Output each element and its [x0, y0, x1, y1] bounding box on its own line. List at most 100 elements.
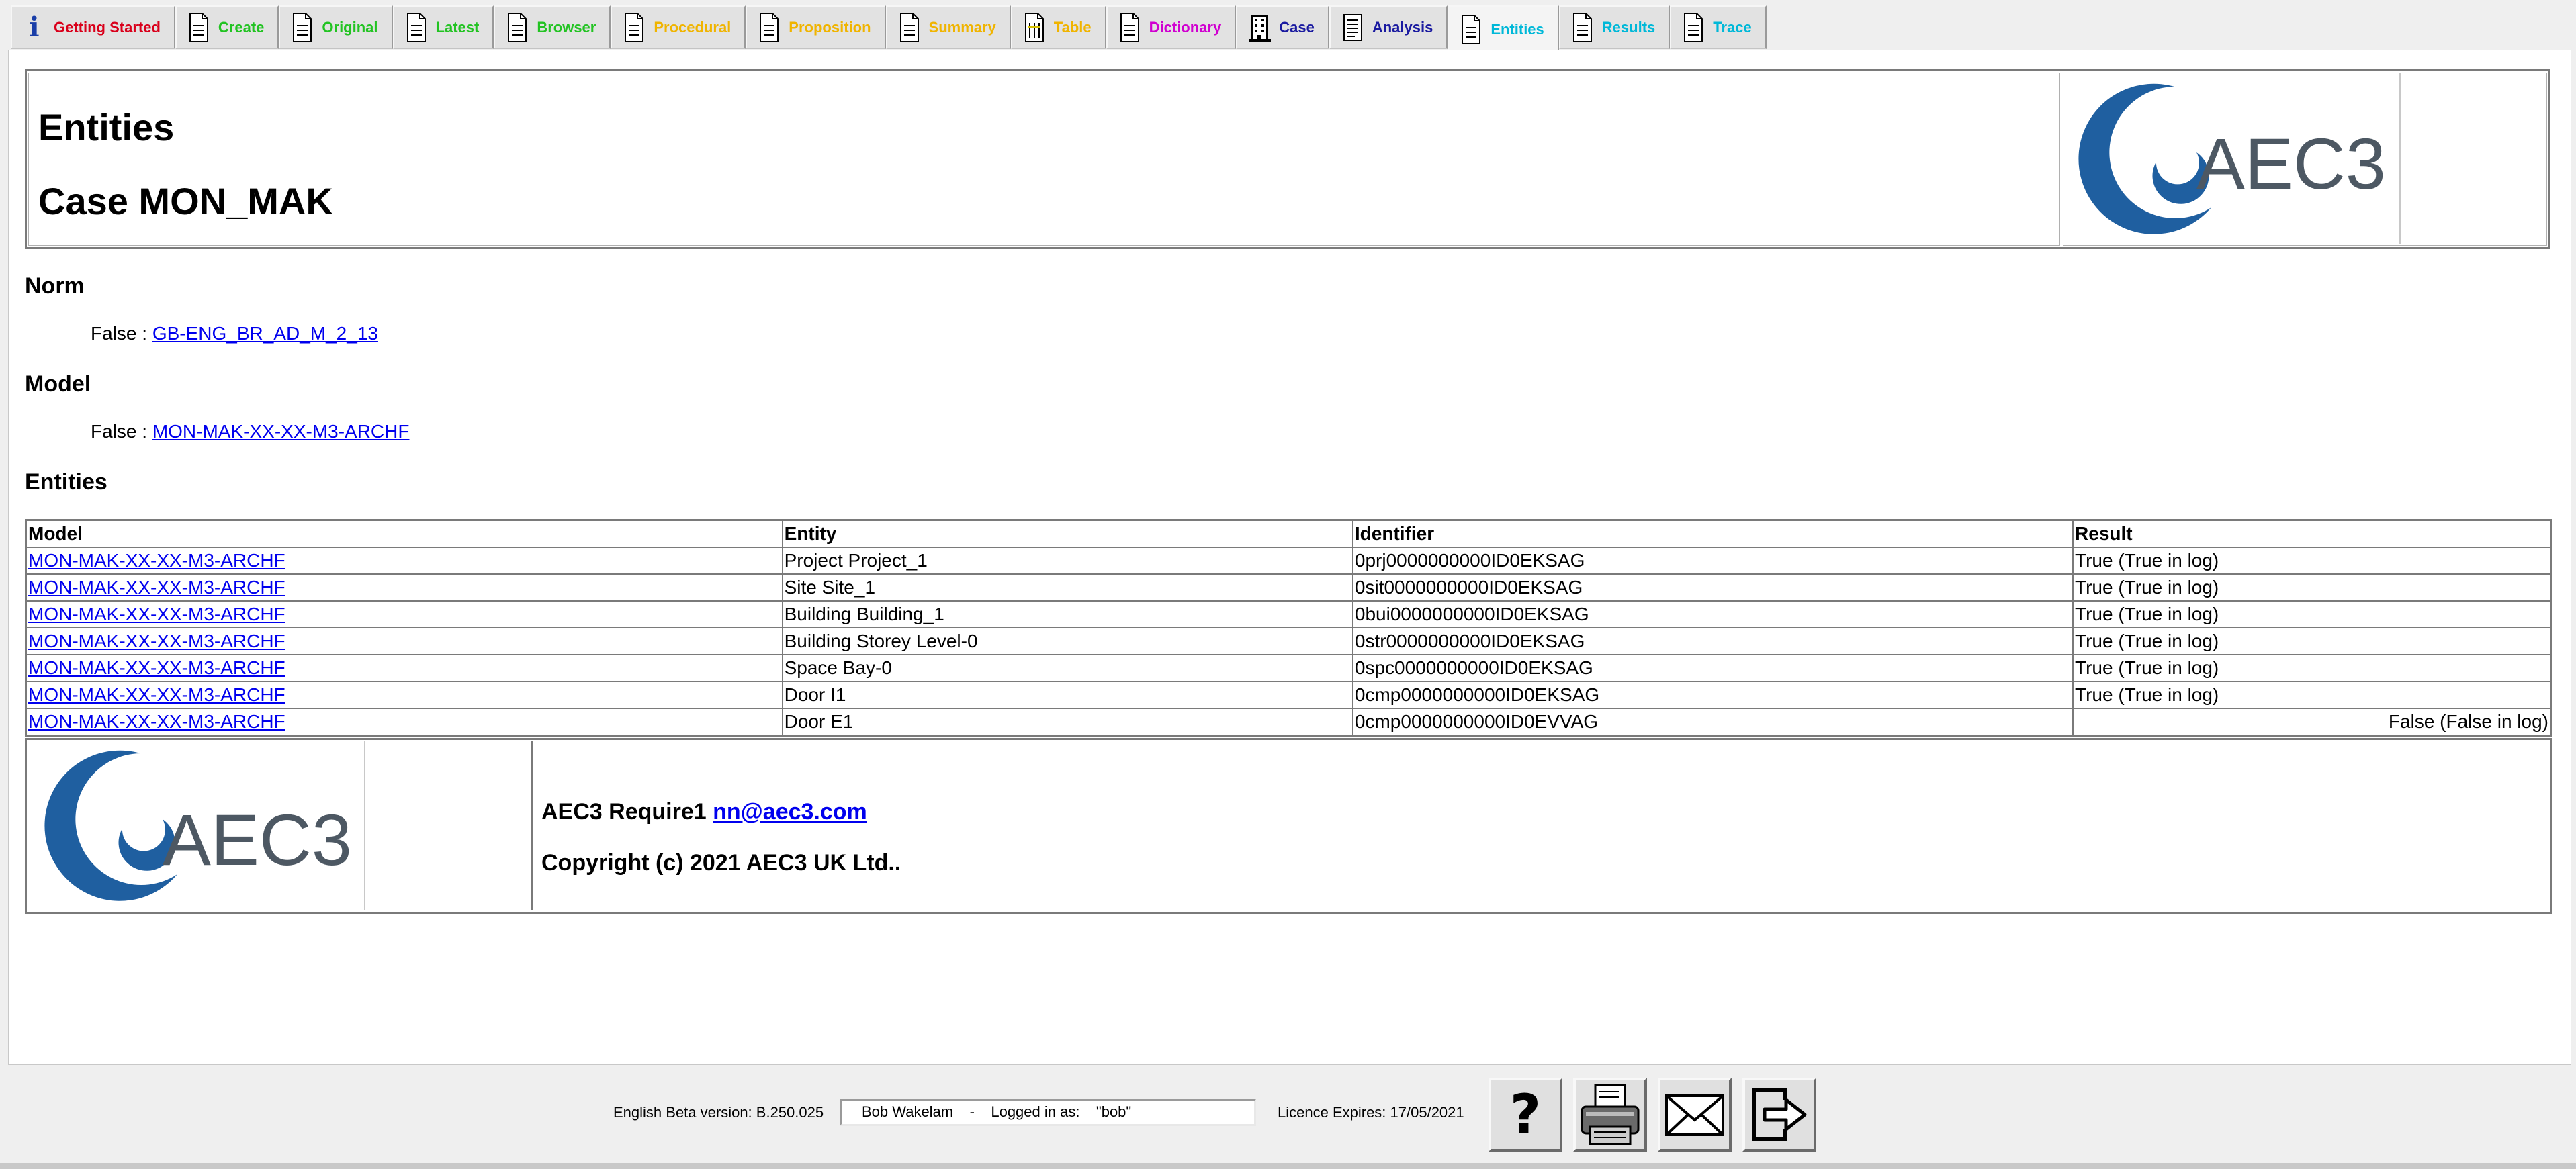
table-row: MON-MAK-XX-XX-M3-ARCHF Project Project_1…: [25, 547, 2552, 575]
table-row: MON-MAK-XX-XX-M3-ARCHF Door I1 0cmp00000…: [25, 681, 2552, 709]
print-button[interactable]: [1573, 1078, 1647, 1152]
tab-label: Latest: [435, 18, 480, 36]
login-field: Bob Wakelam - Logged in as: "bob": [840, 1099, 1256, 1126]
tab-analysis[interactable]: Analysis: [1329, 5, 1448, 49]
model-cell: MON-MAK-XX-XX-M3-ARCHF: [25, 600, 783, 628]
mail-icon: [1665, 1094, 1724, 1136]
identifier-cell: 0sit0000000000ID0EKSAG: [1351, 573, 2074, 602]
model-link[interactable]: MON-MAK-XX-XX-M3-ARCHF: [152, 421, 410, 442]
tab-case[interactable]: Case: [1236, 5, 1329, 49]
model-cell-link[interactable]: MON-MAK-XX-XX-M3-ARCHF: [28, 604, 285, 624]
help-button[interactable]: ?: [1489, 1078, 1562, 1152]
result-cell: True (True in log): [2072, 573, 2552, 602]
norm-value: False : GB-ENG_BR_AD_M_2_13: [91, 323, 378, 344]
tab-table[interactable]: Table: [1010, 5, 1106, 49]
tab-original[interactable]: Original: [279, 5, 393, 49]
page-title: Entities: [38, 106, 175, 148]
column-header-model: Model: [25, 519, 783, 548]
model-cell-link[interactable]: MON-MAK-XX-XX-M3-ARCHF: [28, 684, 285, 705]
tab-label: Proposition: [789, 18, 871, 36]
entity-cell: Space Bay-0: [781, 654, 1353, 682]
model-cell: MON-MAK-XX-XX-M3-ARCHF: [25, 708, 783, 737]
aec3-logo-icon: AEC3: [44, 750, 352, 901]
document-icon: [898, 12, 921, 43]
bottom-border: [0, 1163, 2576, 1169]
model-cell-link[interactable]: MON-MAK-XX-XX-M3-ARCHF: [28, 630, 285, 651]
model-cell-link[interactable]: MON-MAK-XX-XX-M3-ARCHF: [28, 550, 285, 571]
product-line: AEC3 Require1 nn@aec3.com: [541, 799, 867, 825]
version-label: English Beta version: B.250.025: [613, 1104, 824, 1121]
tab-label: Original: [322, 18, 378, 36]
document-icon: [187, 12, 210, 43]
entity-cell: Building Building_1: [781, 600, 1353, 628]
entity-cell: Project Project_1: [781, 547, 1353, 575]
copyright-text: Copyright (c) 2021 AEC3 UK Ltd..: [541, 850, 901, 876]
tab-entities[interactable]: Entities: [1448, 5, 1559, 54]
tab-trace[interactable]: Trace: [1670, 5, 1767, 49]
tab-label: Browser: [537, 18, 596, 36]
tab-browser[interactable]: Browser: [494, 5, 611, 49]
result-cell: True (True in log): [2072, 654, 2552, 682]
building-icon: [1248, 12, 1272, 43]
tab-label: Summary: [928, 18, 996, 36]
tab-proposition[interactable]: Proposition: [746, 5, 886, 49]
document-icon: [506, 12, 529, 43]
tab-label: Analysis: [1372, 18, 1433, 36]
table-row: MON-MAK-XX-XX-M3-ARCHF Site Site_1 0sit0…: [25, 573, 2552, 602]
tab-getting-started[interactable]: i Getting Started: [11, 5, 175, 49]
tab-dictionary[interactable]: Dictionary: [1106, 5, 1237, 49]
document-icon: [1571, 12, 1594, 43]
aec3-logo: AEC3: [2063, 73, 2401, 244]
identifier-cell: 0spc0000000000ID0EKSAG: [1351, 654, 2074, 682]
table-row: MON-MAK-XX-XX-M3-ARCHF Door E1 0cmp00000…: [25, 708, 2552, 737]
help-icon: ?: [1509, 1083, 1542, 1145]
print-icon: [1581, 1084, 1640, 1145]
tab-results[interactable]: Results: [1558, 5, 1671, 49]
entities-table: Model Entity Identifier Result MON-MAK-X…: [25, 519, 2552, 737]
tab-label: Trace: [1713, 18, 1752, 36]
svg-text:AEC3: AEC3: [163, 799, 352, 880]
tab-summary[interactable]: Summary: [885, 5, 1011, 49]
norm-link[interactable]: GB-ENG_BR_AD_M_2_13: [152, 323, 378, 344]
header-logo-cell: AEC3: [2063, 73, 2547, 246]
identifier-cell: 0prj0000000000ID0EKSAG: [1351, 547, 2074, 575]
analysis-icon: [1341, 12, 1364, 43]
result-cell: True (True in log): [2072, 600, 2552, 628]
model-cell-link[interactable]: MON-MAK-XX-XX-M3-ARCHF: [28, 657, 285, 678]
model-prefix: False :: [91, 421, 152, 442]
document-icon: [623, 12, 646, 43]
tab-bar: i Getting Started Create Original Latest Brow…: [11, 5, 1767, 54]
result-cell: True (True in log): [2072, 547, 2552, 575]
tab-procedural[interactable]: Procedural: [611, 5, 746, 49]
identifier-cell: 0cmp0000000000ID0EKSAG: [1351, 681, 2074, 709]
contact-email-link[interactable]: nn@aec3.com: [713, 799, 867, 825]
product-name: AEC3 Require1: [541, 799, 707, 825]
aec3-logo-icon: AEC3: [2078, 83, 2386, 234]
result-cell: True (True in log): [2072, 627, 2552, 655]
norm-prefix: False :: [91, 323, 152, 344]
entity-cell: Door I1: [781, 681, 1353, 709]
model-cell-link[interactable]: MON-MAK-XX-XX-M3-ARCHF: [28, 711, 285, 732]
result-cell: False (False in log): [2072, 708, 2552, 737]
tab-label: Results: [1601, 18, 1656, 36]
norm-heading: Norm: [25, 273, 85, 299]
document-icon: [758, 12, 781, 43]
entity-cell: Door E1: [781, 708, 1353, 737]
model-cell: MON-MAK-XX-XX-M3-ARCHF: [25, 627, 783, 655]
email-button[interactable]: [1658, 1078, 1732, 1152]
model-cell: MON-MAK-XX-XX-M3-ARCHF: [25, 654, 783, 682]
identifier-cell: 0bui0000000000ID0EKSAG: [1351, 600, 2074, 628]
main-panel: Entities Case MON_MAK AEC3 Norm False : …: [8, 50, 2571, 1065]
column-header-entity: Entity: [781, 519, 1353, 548]
entity-cell: Building Storey Level-0: [781, 627, 1353, 655]
tab-label: Dictionary: [1149, 18, 1222, 36]
model-heading: Model: [25, 371, 91, 397]
case-title: Case MON_MAK: [38, 180, 333, 222]
identifier-cell: 0cmp0000000000ID0EVVAG: [1351, 708, 2074, 737]
logout-button[interactable]: [1742, 1078, 1816, 1152]
document-icon: [1682, 12, 1705, 43]
tab-create[interactable]: Create: [175, 5, 279, 49]
model-value: False : MON-MAK-XX-XX-M3-ARCHF: [91, 421, 409, 442]
tab-latest[interactable]: Latest: [392, 5, 494, 49]
model-cell-link[interactable]: MON-MAK-XX-XX-M3-ARCHF: [28, 577, 285, 598]
